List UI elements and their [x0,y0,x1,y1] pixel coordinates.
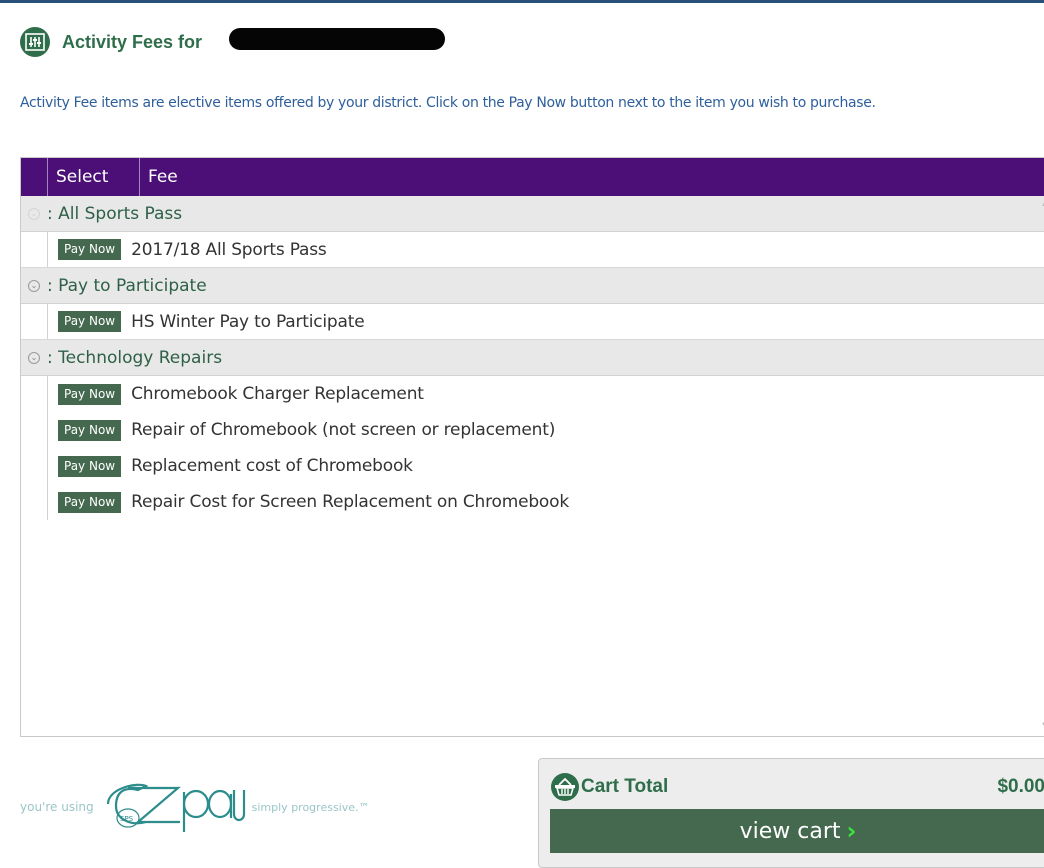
group-row-technology-repairs[interactable]: ⌄ : Technology Repairs [21,340,1044,376]
fee-row: Pay Now Repair of Chromebook (not screen… [21,412,1044,448]
top-rule [0,0,1044,3]
view-cart-button[interactable]: view cart › [550,809,1044,853]
redaction-mark [229,28,445,50]
group-label: : All Sports Pass [47,203,183,224]
view-cart-label: view cart [739,818,841,844]
fee-name: Repair Cost for Screen Replacement on Ch… [131,492,569,512]
page-title: Activity Fees for [62,31,203,52]
tagline-left: you're using [20,800,94,814]
group-label: : Technology Repairs [47,347,223,368]
row-gutter [21,376,48,412]
intro-text: Activity Fee items are elective items of… [20,95,876,111]
fee-row: Pay Now Repair Cost for Screen Replaceme… [21,484,1044,520]
fee-name: 2017/18 All Sports Pass [131,239,327,260]
ezpay-logo: SPS [98,776,248,839]
column-header-fee[interactable]: Fee [140,167,178,187]
row-gutter [21,484,48,520]
logo-sub-text: SPS [120,815,134,823]
fee-name: HS Winter Pay to Participate [131,311,365,332]
cart-title-group: Cart Total [551,773,668,801]
fee-name: Repair of Chromebook (not screen or repl… [131,420,556,440]
pay-now-button[interactable]: Pay Now [58,311,122,332]
group-row-all-sports-pass[interactable]: ⌄ : All Sports Pass [21,196,1044,232]
grid-header: Select Fee [21,158,1044,196]
cart-total-label: Cart Total [581,776,669,797]
collapse-icon[interactable]: ⌄ [28,279,40,292]
row-gutter [21,448,48,484]
pay-now-button[interactable]: Pay Now [58,491,122,513]
cart-basket-icon [551,773,579,801]
fee-row: Pay Now Replacement cost of Chromebook [21,448,1044,484]
column-header-select[interactable]: Select [48,158,140,196]
pay-now-button[interactable]: Pay Now [58,383,122,405]
cart-panel: Cart Total $0.00 view cart › [538,758,1044,868]
fee-row: Pay Now HS Winter Pay to Participate [21,304,1044,340]
fee-row: Pay Now 2017/18 All Sports Pass [21,232,1044,268]
row-gutter [21,304,48,339]
row-gutter [21,412,48,448]
pay-now-button[interactable]: Pay Now [58,455,122,477]
grid-header-spacer [21,158,48,196]
collapse-icon[interactable]: ⌄ [28,207,40,220]
fee-name: Replacement cost of Chromebook [131,456,413,476]
ezpay-branding: you're using SPS simply progressive.™ [20,777,390,837]
pay-now-button[interactable]: Pay Now [58,419,122,441]
pay-now-button[interactable]: Pay Now [58,239,122,260]
fees-grid: Select Fee ⌄ : All Sports Pass Pay Now 2… [20,157,1044,737]
group-label: : Pay to Participate [47,275,207,296]
cart-summary: Cart Total $0.00 [551,773,1044,801]
activity-fees-icon [20,27,50,57]
row-gutter [21,232,48,267]
group-row-pay-to-participate[interactable]: ⌄ : Pay to Participate [21,268,1044,304]
fee-row: Pay Now Chromebook Charger Replacement [21,376,1044,412]
page-header: Activity Fees for [20,26,202,58]
collapse-icon[interactable]: ⌄ [28,351,40,364]
tagline-right: simply progressive.™ [251,800,370,814]
chevron-right-icon: › [846,817,857,845]
cart-total-amount: $0.00 [997,776,1044,797]
fee-name: Chromebook Charger Replacement [131,384,424,404]
